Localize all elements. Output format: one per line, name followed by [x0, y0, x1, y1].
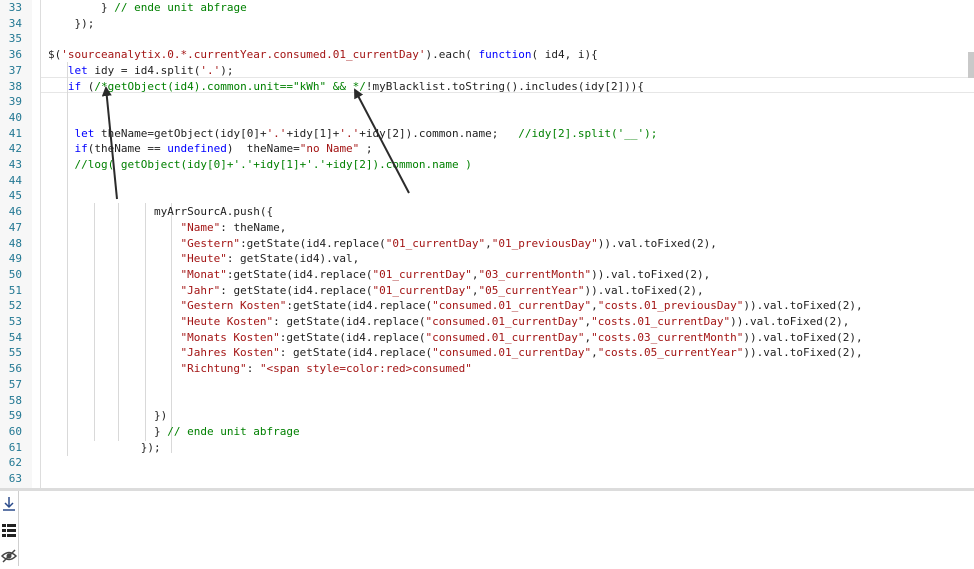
line-number: 40 — [8, 110, 22, 124]
line-number: 53 — [8, 315, 22, 328]
line-number: 57 — [8, 377, 22, 391]
code-line[interactable]: "Heute": getState(id4).val, — [48, 251, 359, 267]
line-number: 45 — [8, 189, 22, 203]
line-number: 36 — [8, 48, 22, 62]
line-number: 38 — [8, 79, 22, 93]
code-line[interactable]: "Name": theName, — [48, 220, 286, 236]
line-number: 49 — [8, 252, 22, 266]
line-number: 44 — [8, 173, 22, 187]
code-line[interactable]: "Gestern Kosten":getState(id4.replace("c… — [48, 298, 862, 314]
bottom-panel — [0, 491, 974, 566]
line-number: 46 — [8, 205, 22, 219]
line-number: 52 — [8, 299, 22, 313]
line-number: 42 — [8, 142, 22, 156]
code-line[interactable]: } // ende unit abfrage — [48, 0, 247, 16]
eye-off-icon[interactable] — [0, 547, 18, 565]
code-line[interactable]: $('sourceanalytix.0.*.currentYear.consum… — [48, 47, 598, 63]
line-number: 34 — [8, 16, 22, 30]
side-toolbar — [0, 491, 19, 566]
code-line[interactable]: //log( getObject(idy[0]+'.'+idy[1]+'.'+i… — [48, 157, 472, 173]
code-line[interactable]: "Monat":getState(id4.replace("01_current… — [48, 267, 710, 283]
line-number: 60 — [8, 424, 22, 438]
code-line[interactable]: if(theName == undefined) theName="no Nam… — [48, 141, 373, 157]
gutter-border — [40, 0, 41, 488]
line-number: 39 — [8, 95, 22, 109]
code-line[interactable]: myArrSourcA.push({ — [48, 204, 273, 220]
line-number: 50 — [8, 267, 22, 281]
line-number: 37 — [8, 63, 22, 77]
code-line[interactable]: "Heute Kosten": getState(id4.replace("co… — [48, 314, 849, 330]
line-number: 54 — [8, 330, 22, 344]
code-line[interactable]: "Gestern":getState(id4.replace("01_curre… — [48, 236, 716, 252]
line-number: 43 — [8, 158, 22, 171]
code-editor[interactable]: 33 } // ende unit abfrage 34 }); 35 36 $('so… — [0, 0, 974, 488]
code-line[interactable]: }); — [48, 16, 94, 32]
line-number: 56 — [8, 362, 22, 376]
code-line[interactable]: let idy = id4.split('.'); — [48, 63, 234, 79]
line-number: 55 — [8, 346, 22, 360]
line-number: 33 — [8, 1, 22, 14]
line-number: 58 — [8, 393, 22, 407]
code-line[interactable]: if (/*getObject(id4).common.unit=="kWh" … — [48, 79, 644, 95]
code-line[interactable]: let theName=getObject(idy[0]+'.'+idy[1]+… — [48, 126, 658, 142]
line-number: 63 — [8, 472, 22, 485]
code-line[interactable]: "Jahres Kosten": getState(id4.replace("c… — [48, 345, 862, 361]
line-number: 35 — [8, 32, 22, 46]
list-icon[interactable] — [0, 521, 18, 539]
line-number: 47 — [8, 220, 22, 234]
line-number: 41 — [8, 126, 22, 140]
line-number: 62 — [8, 456, 22, 470]
code-line[interactable]: "Jahr": getState(id4.replace("01_current… — [48, 283, 703, 299]
line-number: 51 — [8, 283, 22, 297]
code-line[interactable]: "Monats Kosten":getState(id4.replace("co… — [48, 330, 862, 346]
line-number: 61 — [8, 440, 22, 454]
line-number: 59 — [8, 409, 22, 423]
code-line[interactable]: }); — [48, 440, 161, 456]
line-number: 48 — [8, 236, 22, 250]
vertical-scrollbar-thumb[interactable] — [968, 52, 974, 78]
code-line[interactable]: "Richtung": "<span style=color:red>consu… — [48, 361, 471, 377]
code-line[interactable]: }) — [48, 408, 167, 424]
download-icon[interactable] — [0, 495, 18, 513]
code-line[interactable]: } // ende unit abfrage — [48, 424, 300, 440]
